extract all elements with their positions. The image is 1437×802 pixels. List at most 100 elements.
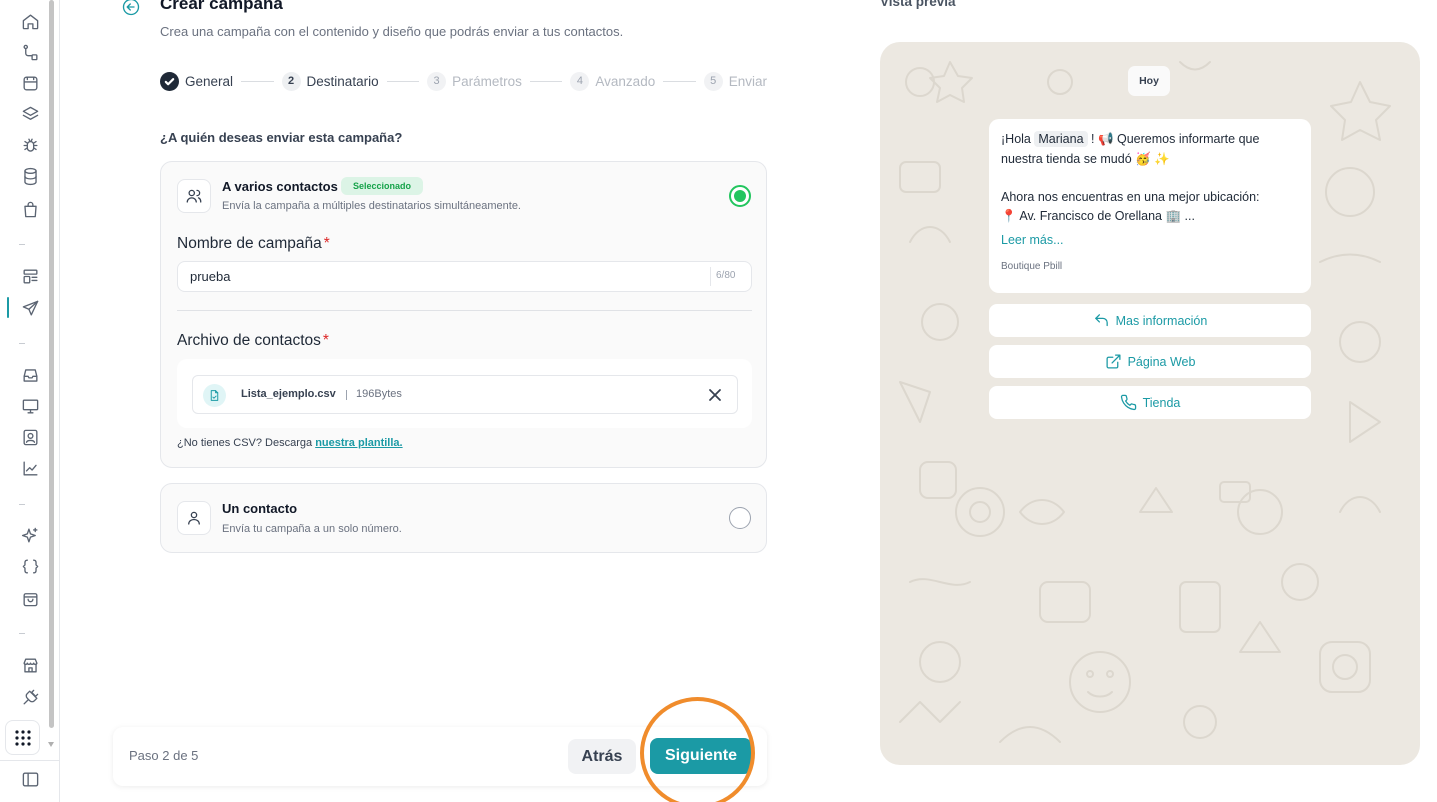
input-divider <box>710 267 711 286</box>
code-braces-icon[interactable] <box>19 555 41 577</box>
page-subtitle: Crea una campaña con el contenido y dise… <box>160 24 624 39</box>
wizard-footer: Paso 2 de 5 Atrás Siguiente <box>113 727 767 786</box>
home-icon[interactable] <box>19 10 41 32</box>
quick-reply-button[interactable]: Mas información <box>989 304 1311 337</box>
contacts-icon[interactable] <box>19 426 41 448</box>
step-general[interactable]: General <box>160 71 233 91</box>
campaign-name-input[interactable]: prueba 6/80 <box>177 261 752 292</box>
message-footer: Boutique Pbill <box>1001 261 1063 272</box>
flow-icon[interactable] <box>19 41 41 63</box>
campaign-name-label: Nombre de campaña * <box>177 235 330 252</box>
step-number: 5 <box>703 71 723 91</box>
option-single-contact[interactable]: Un contacto Envía tu campaña a un solo n… <box>160 483 767 553</box>
sparkles-icon[interactable] <box>19 524 41 546</box>
archive-icon[interactable] <box>19 72 41 94</box>
campaign-name-value[interactable]: prueba <box>190 269 230 284</box>
external-link-icon <box>1106 354 1121 369</box>
step-number: 3 <box>427 71 447 91</box>
database-icon[interactable] <box>19 165 41 187</box>
file-upload-zone[interactable]: Lista_ejemplo.csv 196Bytes <box>177 359 752 428</box>
step-count: Paso 2 de 5 <box>129 748 199 763</box>
csv-file-icon <box>203 384 226 407</box>
character-counter: 6/80 <box>716 270 736 281</box>
file-separator <box>346 390 347 400</box>
file-name: Lista_ejemplo.csv <box>241 388 336 400</box>
day-chip: Hoy <box>1128 66 1170 96</box>
option-description: Envía la campaña a múltiples destinatari… <box>222 200 521 212</box>
reply-icon <box>1094 314 1108 327</box>
radio-single-contact[interactable] <box>729 507 751 529</box>
whatsapp-preview: Hoy ¡Hola Mariana ! 📢 Queremos informart… <box>880 42 1420 765</box>
recipients-question: ¿A quién deseas enviar esta campaña? <box>160 130 403 145</box>
back-button[interactable]: Atrás <box>568 739 636 774</box>
store-bag-icon[interactable] <box>19 587 41 609</box>
sidebar-divider <box>0 760 59 761</box>
layers-icon[interactable] <box>19 103 41 125</box>
uploaded-file: Lista_ejemplo.csv 196Bytes <box>192 375 738 414</box>
website-button[interactable]: Página Web <box>989 345 1311 378</box>
step-label: Enviar <box>728 73 767 89</box>
step-enviar[interactable]: 5 Enviar <box>703 71 767 91</box>
option-description: Envía tu campaña a un solo número. <box>222 523 402 535</box>
analytics-icon[interactable] <box>19 457 41 479</box>
sidebar-scrollbar[interactable] <box>47 0 56 752</box>
stepper: General 2 Destinatario 3 Parámetros 4 Av… <box>160 70 767 92</box>
step-connector <box>663 80 696 82</box>
step-connector <box>241 80 274 82</box>
monitor-icon[interactable] <box>19 395 41 417</box>
option-title: A varios contactos <box>222 179 338 194</box>
divider <box>177 310 752 311</box>
download-template-link[interactable]: nuestra plantilla. <box>315 437 402 449</box>
grid-icon <box>14 729 31 746</box>
step-connector <box>529 80 563 82</box>
name-variable: Mariana <box>1034 131 1088 147</box>
step-label: Avanzado <box>595 73 656 89</box>
sidebar-divider <box>19 504 25 505</box>
step-destinatario[interactable]: 2 Destinatario <box>281 71 379 91</box>
shopping-bag-icon[interactable] <box>19 198 41 220</box>
step-label: Parámetros <box>452 73 522 89</box>
step-number: 2 <box>281 71 301 91</box>
message-line-3: Ahora nos encuentras en una mejor ubicac… <box>1001 190 1260 204</box>
message-line-4: 📍 Av. Francisco de Orellana 🏢 ... <box>1001 209 1195 223</box>
step-number: 4 <box>570 71 590 91</box>
preview-title: Vista previa <box>880 0 956 9</box>
radio-multiple-contacts[interactable] <box>729 185 751 207</box>
back-arrow-icon[interactable] <box>122 0 140 16</box>
campaigns-send-icon[interactable] <box>19 297 41 319</box>
call-button[interactable]: Tienda <box>989 386 1311 419</box>
inbox-icon[interactable] <box>19 364 41 386</box>
contacts-file-label: Archivo de contactos * <box>177 332 329 349</box>
user-icon <box>177 501 211 535</box>
users-icon <box>177 179 211 213</box>
sidebar-divider <box>19 633 25 634</box>
step-connector <box>386 80 420 82</box>
remove-file-icon[interactable] <box>707 387 723 403</box>
sidebar-toggle-icon[interactable] <box>19 768 41 790</box>
message-bubble: ¡Hola Mariana ! 📢 Queremos informarte qu… <box>989 119 1311 293</box>
sidebar <box>0 0 60 802</box>
file-size: 196Bytes <box>356 388 402 400</box>
apps-grid-button[interactable] <box>5 720 40 755</box>
page-title: Crear campaña <box>160 0 283 13</box>
plug-icon[interactable] <box>19 686 41 708</box>
bug-icon[interactable] <box>19 134 41 156</box>
option-title: Un contacto <box>222 501 298 516</box>
message-line-2: nuestra tienda se mudó 🥳 ✨ <box>1001 152 1170 166</box>
message-line-1: ¡Hola Mariana ! 📢 Queremos informarte qu… <box>1001 131 1260 147</box>
option-multiple-contacts[interactable]: A varios contactos Seleccionado Envía la… <box>160 161 767 468</box>
step-parametros[interactable]: 3 Parámetros <box>427 71 522 91</box>
read-more-link[interactable]: Leer más... <box>1001 233 1064 247</box>
selected-badge: Seleccionado <box>341 177 424 195</box>
storefront-icon[interactable] <box>19 654 41 676</box>
step-label: Destinatario <box>306 73 379 89</box>
next-button[interactable]: Siguiente <box>650 738 752 774</box>
sidebar-divider <box>19 244 25 245</box>
sidebar-divider <box>19 343 25 344</box>
phone-icon <box>1120 394 1136 411</box>
templates-icon[interactable] <box>19 265 41 287</box>
step-avanzado[interactable]: 4 Avanzado <box>570 71 656 91</box>
csv-note: ¿No tienes CSV? Descarga nuestra plantil… <box>177 437 403 449</box>
check-icon <box>160 71 179 91</box>
sidebar-active-indicator <box>7 297 9 318</box>
